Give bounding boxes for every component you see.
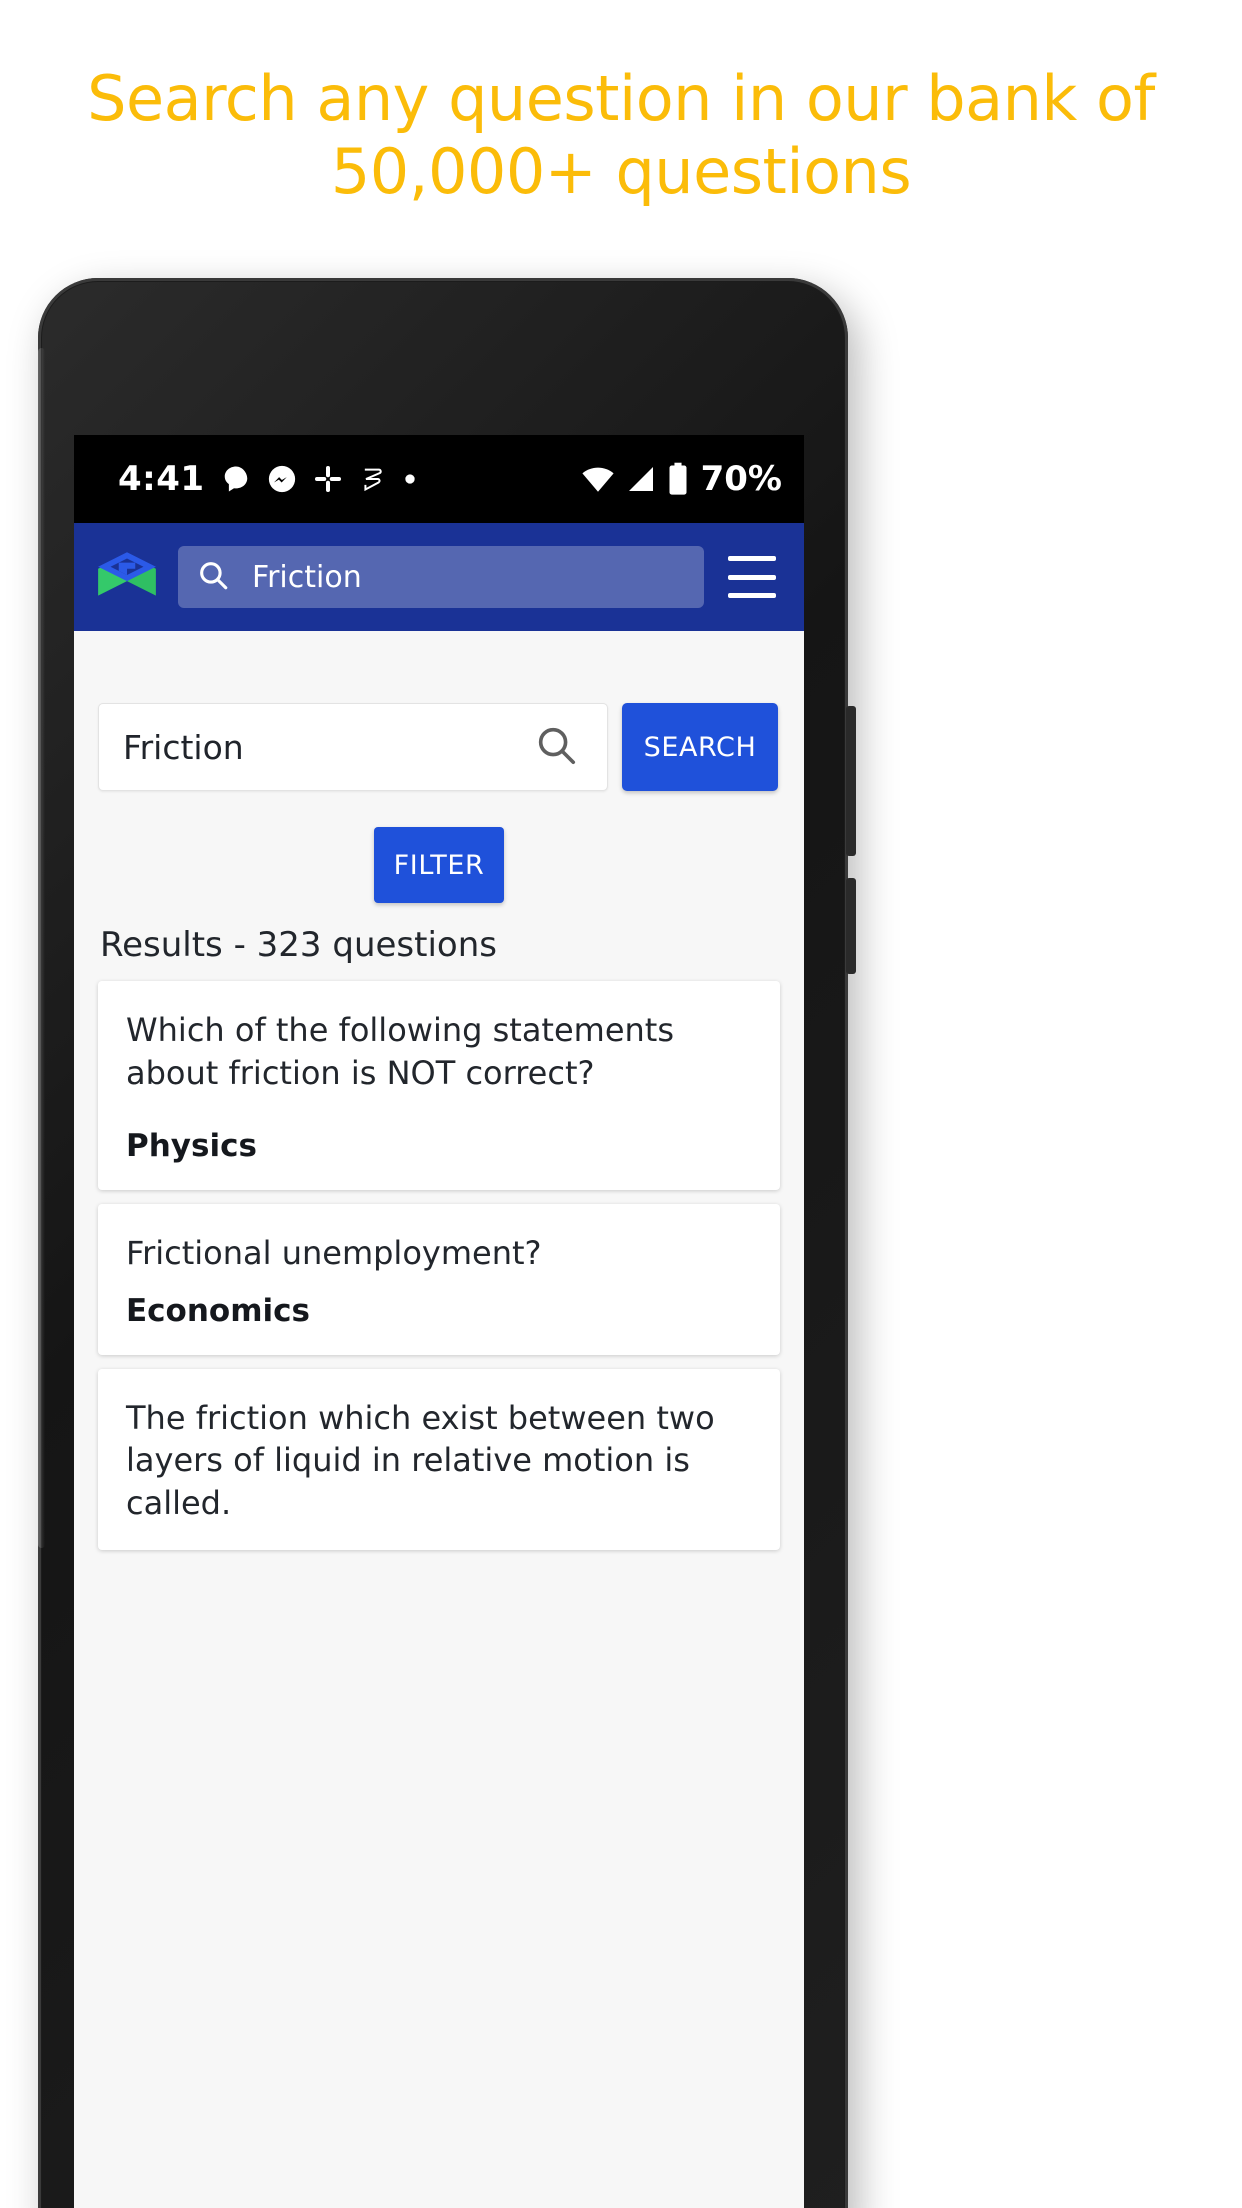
question-subject: Physics	[126, 1128, 257, 1165]
workplace-icon	[359, 465, 387, 493]
hamburger-line	[728, 556, 776, 561]
phone-device-frame: 4:41 70% Friction Friction SEARCH FILTER…	[38, 278, 856, 2208]
phone-edge-highlight	[38, 348, 45, 1548]
results-list: Which of the following statements about …	[74, 981, 804, 1551]
power-button[interactable]	[846, 878, 856, 974]
question-text: Which of the following statements about …	[126, 1011, 675, 1092]
headline-line-2: 50,000+ questions	[330, 135, 912, 209]
search-row: Friction SEARCH	[74, 631, 804, 791]
dot-icon	[403, 472, 417, 486]
chat-bubble-icon	[221, 464, 251, 494]
page-title: Search any question in our bank of 50,00…	[0, 62, 1242, 208]
question-result-card[interactable]: Which of the following statements about …	[98, 981, 780, 1191]
slack-icon	[313, 464, 343, 494]
promo-screenshot-page: Search any question in our bank of 50,00…	[0, 0, 1242, 2208]
hamburger-line	[728, 574, 776, 580]
search-icon[interactable]	[533, 722, 579, 773]
question-result-card[interactable]: The friction which exist between two lay…	[98, 1368, 780, 1551]
filter-button[interactable]: FILTER	[374, 827, 504, 903]
filter-row: FILTER	[74, 791, 804, 903]
messenger-icon	[267, 464, 297, 494]
status-bar-right: 70%	[581, 459, 782, 499]
headline-line-1: Search any question in our bank of	[87, 62, 1155, 135]
status-bar-left: 4:41	[118, 459, 417, 499]
phone-screen: 4:41 70% Friction Friction SEARCH FILTER…	[74, 435, 804, 2208]
appbar-search-field[interactable]: Friction	[178, 546, 704, 608]
volume-button[interactable]	[846, 706, 856, 856]
status-time: 4:41	[118, 459, 205, 499]
hamburger-line	[728, 593, 776, 598]
search-button[interactable]: SEARCH	[622, 703, 778, 791]
app-bar: Friction	[74, 523, 804, 631]
hamburger-menu-icon[interactable]	[728, 556, 776, 598]
wifi-icon	[581, 462, 615, 496]
signal-icon	[625, 463, 657, 495]
search-input-value: Friction	[123, 727, 244, 767]
appbar-search-value: Friction	[252, 559, 362, 595]
question-text: Frictional unemployment?	[126, 1234, 542, 1273]
battery-icon	[667, 462, 689, 496]
question-result-card[interactable]: Frictional unemployment? Economics	[98, 1204, 780, 1355]
question-text: The friction which exist between two lay…	[126, 1398, 715, 1522]
search-icon	[196, 558, 230, 597]
results-count-label: Results - 323 questions	[100, 925, 497, 965]
main-content: Friction SEARCH FILTER Results - 323 que…	[74, 631, 804, 2208]
search-input[interactable]: Friction	[98, 703, 608, 791]
battery-percent-label: 70%	[700, 459, 782, 499]
status-bar: 4:41 70%	[74, 435, 804, 523]
question-subject: Economics	[126, 1292, 310, 1329]
app-logo-cube-icon[interactable]	[94, 544, 160, 610]
